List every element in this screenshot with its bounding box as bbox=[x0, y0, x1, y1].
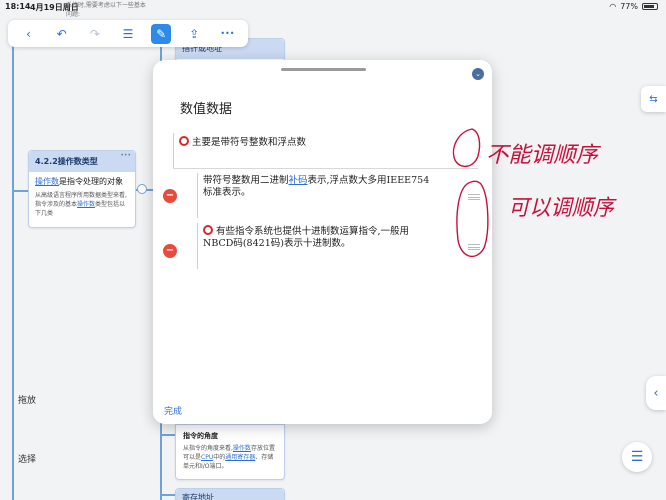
ink-note-2: 可以调顺序 bbox=[508, 196, 617, 221]
ink-circle-2 bbox=[456, 180, 489, 258]
handwriting-overlay: 不能调顺序 可以调顺序 bbox=[452, 128, 617, 258]
ink-note-1: 不能调顺序 bbox=[486, 143, 601, 168]
ink-circle-1 bbox=[452, 128, 481, 167]
